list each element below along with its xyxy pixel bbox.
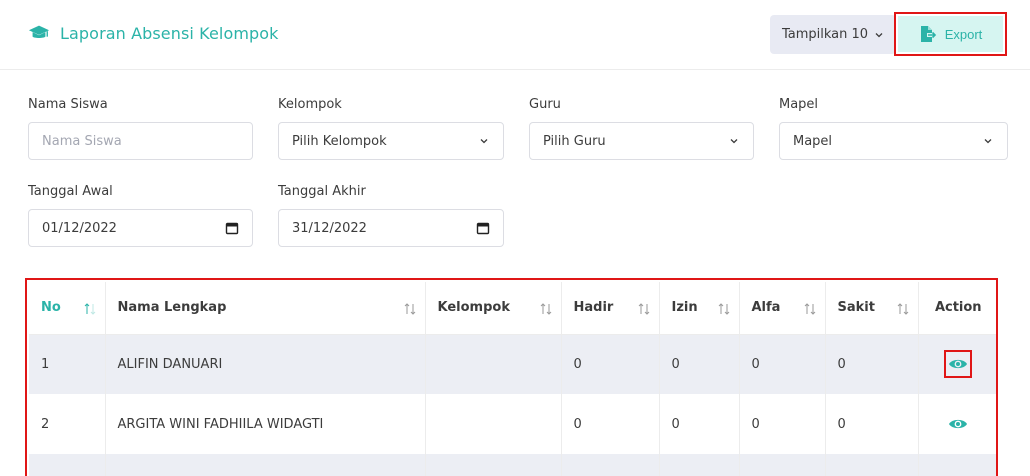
kelompok-select[interactable]: Pilih Kelompok	[278, 122, 504, 160]
cell-alfa: 0	[739, 334, 826, 394]
cell-hadir: 0	[561, 334, 660, 394]
export-button[interactable]: Export	[894, 12, 1007, 56]
guru-select[interactable]: Pilih Guru	[529, 122, 754, 160]
show-entries-button[interactable]: Tampilkan 10	[770, 15, 896, 54]
tanggal-awal-input[interactable]: 01/12/2022	[28, 209, 253, 247]
sort-icon	[718, 303, 729, 315]
col-sakit-label: Sakit	[837, 300, 875, 316]
chevron-down-icon	[480, 139, 488, 144]
col-nama-label: Nama Lengkap	[117, 300, 227, 316]
cell-no: 1	[29, 334, 106, 394]
table-row: 1 ALIFIN DANUARI 0 0 0 0	[29, 334, 996, 394]
guru-label: Guru	[529, 97, 561, 112]
chevron-down-icon	[730, 139, 738, 144]
cell-izin: 0	[659, 394, 740, 454]
title-wrap: Laporan Absensi Kelompok	[28, 22, 279, 44]
sort-icon	[404, 303, 415, 315]
cell-no	[29, 454, 106, 476]
col-hadir-header[interactable]: Hadir	[561, 282, 660, 335]
cell-izin	[659, 454, 740, 476]
col-no-header[interactable]: No	[29, 282, 106, 335]
cell-action	[918, 334, 996, 394]
cell-izin: 0	[659, 334, 740, 394]
kelompok-label: Kelompok	[278, 97, 342, 112]
page-header: Laporan Absensi Kelompok Tampilkan 10 Ex…	[0, 0, 1030, 70]
cell-nama	[105, 454, 426, 476]
col-izin-label: Izin	[671, 300, 698, 316]
calendar-icon[interactable]	[225, 221, 239, 235]
sort-icon	[638, 303, 649, 315]
guru-selected: Pilih Guru	[543, 133, 606, 149]
eye-icon	[949, 419, 968, 429]
cell-sakit: 0	[825, 334, 919, 394]
tanggal-awal-value: 01/12/2022	[42, 220, 117, 236]
sort-icon	[84, 303, 95, 315]
chevron-down-icon	[984, 139, 992, 144]
nama-siswa-placeholder: Nama Siswa	[42, 133, 122, 149]
cell-alfa: 0	[739, 394, 826, 454]
cell-sakit	[825, 454, 919, 476]
table-row: 2 ARGITA WINI FADHIILA WIDAGTI 0 0 0 0	[29, 394, 996, 454]
col-sakit-header[interactable]: Sakit	[825, 282, 919, 335]
col-action-label: Action	[934, 300, 982, 316]
col-izin-header[interactable]: Izin	[659, 282, 740, 335]
tanggal-akhir-value: 31/12/2022	[292, 220, 367, 236]
cell-action	[918, 394, 996, 454]
tanggal-akhir-input[interactable]: 31/12/2022	[278, 209, 504, 247]
cell-nama: ARGITA WINI FADHIILA WIDAGTI	[105, 394, 426, 454]
chevron-down-icon	[875, 32, 883, 37]
col-nama-header[interactable]: Nama Lengkap	[105, 282, 426, 335]
kelompok-selected: Pilih Kelompok	[292, 133, 387, 149]
cell-kelompok	[425, 394, 562, 454]
calendar-icon[interactable]	[476, 221, 490, 235]
attendance-table: No Nama Lengkap Kelompok Hadir Izin Alfa…	[29, 282, 996, 476]
page-title: Laporan Absensi Kelompok	[60, 23, 279, 43]
cell-kelompok	[425, 334, 562, 394]
cell-kelompok	[425, 454, 562, 476]
export-button-inner: Export	[898, 16, 1003, 52]
tanggal-akhir-label: Tanggal Akhir	[278, 184, 366, 199]
view-detail-button[interactable]	[944, 410, 972, 438]
graduation-cap-icon	[28, 25, 50, 39]
file-export-icon	[920, 26, 936, 42]
cell-sakit: 0	[825, 394, 919, 454]
col-no-label: No	[41, 300, 61, 316]
cell-no: 2	[29, 394, 106, 454]
cell-hadir	[561, 454, 660, 476]
col-kelompok-header[interactable]: Kelompok	[425, 282, 562, 335]
export-label: Export	[944, 26, 983, 42]
cell-nama: ALIFIN DANUARI	[105, 334, 426, 394]
nama-siswa-input[interactable]: Nama Siswa	[28, 122, 253, 160]
view-detail-button[interactable]	[944, 350, 973, 379]
mapel-label: Mapel	[779, 97, 819, 112]
cell-hadir: 0	[561, 394, 660, 454]
attendance-table-frame: No Nama Lengkap Kelompok Hadir Izin Alfa…	[25, 278, 998, 476]
mapel-selected: Mapel	[793, 133, 833, 149]
sort-icon	[804, 303, 815, 315]
sort-icon	[897, 303, 908, 315]
nama-siswa-label: Nama Siswa	[28, 97, 108, 112]
table-header-row: No Nama Lengkap Kelompok Hadir Izin Alfa…	[29, 282, 996, 335]
mapel-select[interactable]: Mapel	[779, 122, 1008, 160]
col-hadir-label: Hadir	[573, 300, 614, 316]
col-action-header: Action	[918, 282, 996, 335]
col-alfa-header[interactable]: Alfa	[739, 282, 826, 335]
eye-icon	[949, 360, 968, 369]
sort-icon	[540, 303, 551, 315]
table-row	[29, 454, 996, 476]
col-alfa-label: Alfa	[751, 300, 781, 316]
cell-action	[918, 454, 996, 476]
col-kelompok-label: Kelompok	[437, 300, 510, 316]
cell-alfa	[739, 454, 826, 476]
show-entries-label: Tampilkan 10	[781, 27, 869, 42]
tanggal-awal-label: Tanggal Awal	[28, 184, 113, 199]
